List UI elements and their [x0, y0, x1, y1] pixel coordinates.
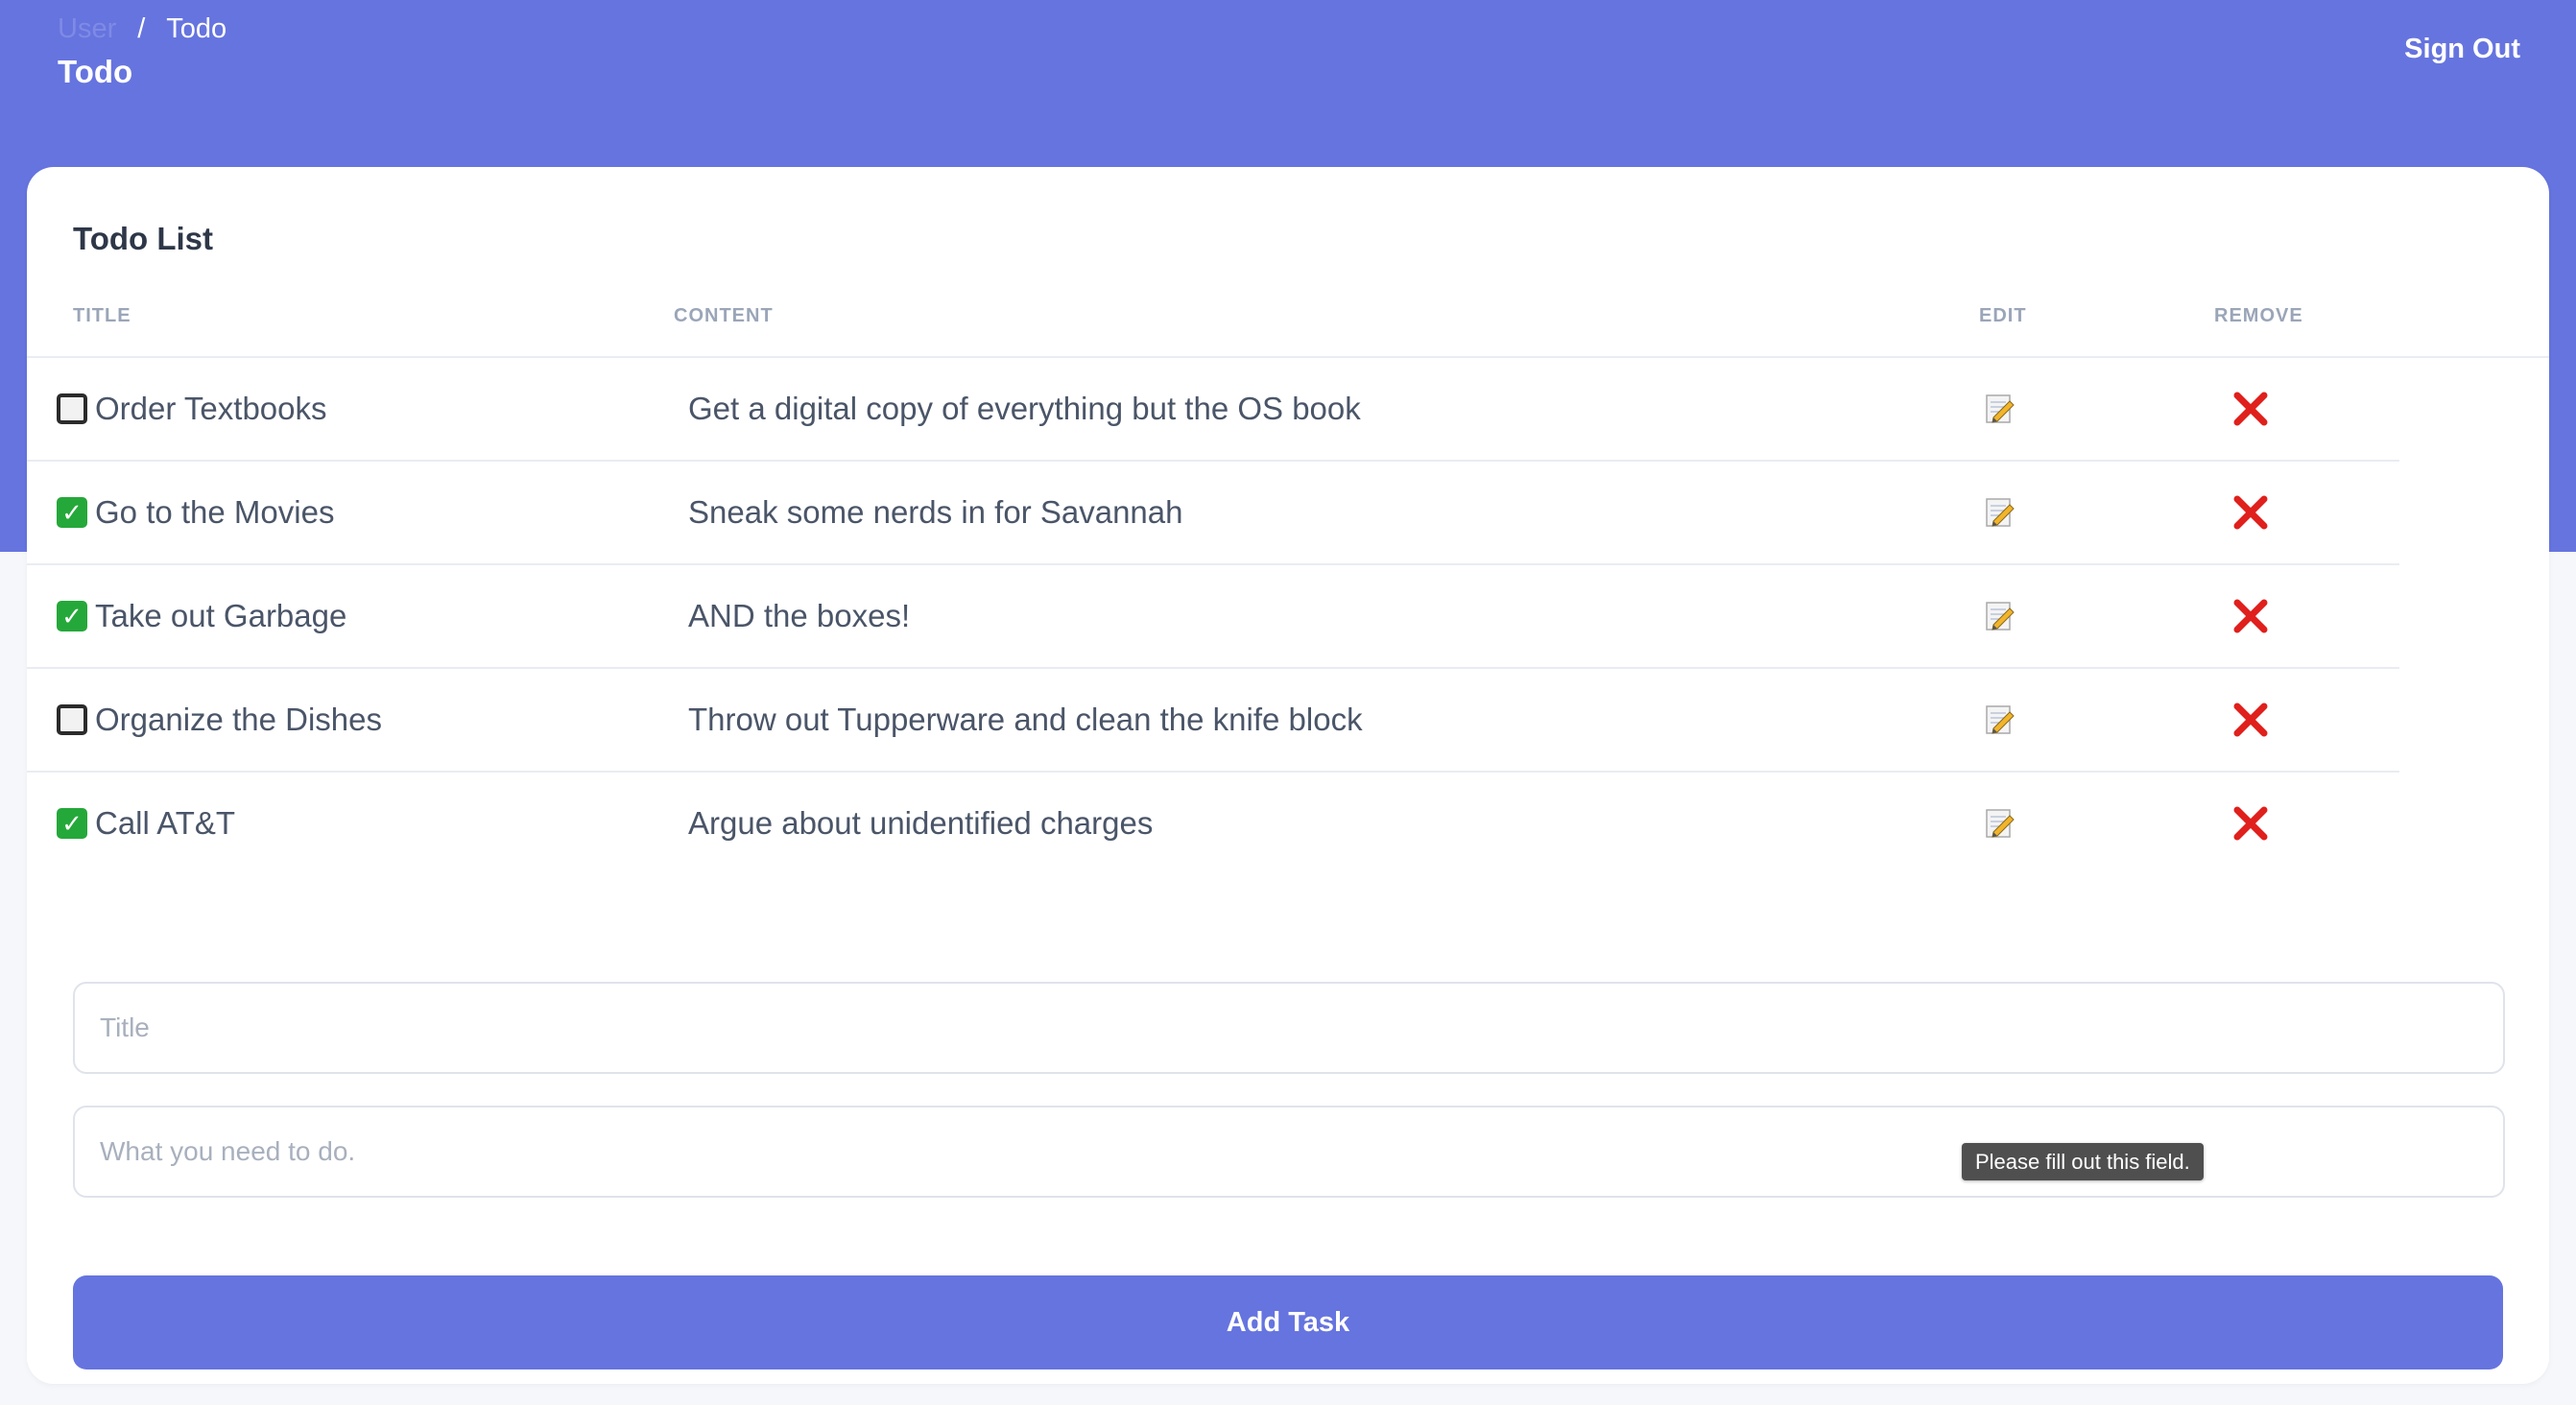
edit-cell	[1982, 773, 2016, 874]
remove-cell	[2231, 358, 2270, 460]
todo-content: AND the boxes!	[688, 598, 911, 633]
edit-cell	[1982, 669, 2016, 771]
edit-cell	[1982, 358, 2016, 460]
todo-content: Throw out Tupperware and clean the knife…	[688, 702, 1363, 737]
column-header-title: TITLE	[73, 305, 131, 326]
todo-title: Order Textbooks	[95, 391, 327, 426]
breadcrumb: User / Todo	[58, 13, 227, 45]
todo-title: Take out Garbage	[95, 598, 347, 633]
column-header-remove: REMOVE	[2214, 305, 2303, 326]
todo-title: Organize the Dishes	[95, 702, 382, 737]
todo-card: Todo List TITLE CONTENT EDIT REMOVE Orde…	[27, 167, 2549, 1384]
todo-title: Go to the Movies	[95, 494, 335, 530]
card-title: Todo List	[73, 221, 214, 256]
todo-content: Argue about unidentified charges	[688, 805, 1154, 841]
cross-mark-icon[interactable]	[2231, 701, 2270, 739]
table-row: ✓ Take out Garbage AND the boxes!	[27, 565, 2399, 669]
breadcrumb-separator: /	[137, 13, 146, 44]
memo-pencil-icon[interactable]	[1982, 702, 2016, 737]
check-mark-button-icon[interactable]: ✓	[57, 601, 87, 631]
breadcrumb-home[interactable]: User	[58, 13, 116, 45]
todo-title-cell: Organize the Dishes	[57, 669, 382, 771]
todo-content: Get a digital copy of everything but the…	[688, 391, 1361, 426]
breadcrumb-current: Todo	[166, 13, 227, 44]
table-row: ✓ Call AT&T Argue about unidentified charg…	[27, 773, 2399, 876]
remove-cell	[2231, 565, 2270, 667]
page-title: Todo	[58, 54, 133, 89]
memo-pencil-icon[interactable]	[1982, 392, 2016, 426]
todo-title-cell: Order Textbooks	[57, 358, 327, 460]
sign-out-button[interactable]: Sign Out	[2404, 34, 2520, 65]
remove-cell	[2231, 669, 2270, 771]
memo-pencil-icon[interactable]	[1982, 599, 2016, 633]
cross-mark-icon[interactable]	[2231, 493, 2270, 532]
title-input[interactable]	[73, 982, 2505, 1074]
check-mark-button-icon[interactable]: ✓	[57, 497, 87, 528]
remove-cell	[2231, 773, 2270, 874]
remove-cell	[2231, 462, 2270, 563]
column-header-edit: EDIT	[1979, 305, 2027, 326]
memo-pencil-icon[interactable]	[1982, 806, 2016, 841]
black-square-button-icon[interactable]	[57, 704, 87, 735]
cross-mark-icon[interactable]	[2231, 597, 2270, 635]
todo-title-cell: ✓ Call AT&T	[57, 773, 235, 874]
edit-cell	[1982, 462, 2016, 563]
todo-title-cell: ✓ Go to the Movies	[57, 462, 334, 563]
edit-cell	[1982, 565, 2016, 667]
table-row: ✓ Go to the Movies Sneak some nerds in for…	[27, 462, 2399, 565]
validation-tooltip: Please fill out this field.	[1962, 1143, 2204, 1180]
table-row: Organize the Dishes Throw out Tupperware …	[27, 669, 2399, 773]
cross-mark-icon[interactable]	[2231, 390, 2270, 428]
cross-mark-icon[interactable]	[2231, 804, 2270, 843]
check-mark-button-icon[interactable]: ✓	[57, 808, 87, 839]
column-header-content: CONTENT	[674, 305, 774, 326]
todo-content: Sneak some nerds in for Savannah	[688, 494, 1183, 530]
todo-title: Call AT&T	[95, 805, 236, 841]
table-row: Order Textbooks Get a digital copy of eve…	[27, 358, 2399, 462]
black-square-button-icon[interactable]	[57, 393, 87, 424]
add-task-button[interactable]: Add Task	[73, 1275, 2503, 1369]
memo-pencil-icon[interactable]	[1982, 495, 2016, 530]
todo-title-cell: ✓ Take out Garbage	[57, 565, 346, 667]
